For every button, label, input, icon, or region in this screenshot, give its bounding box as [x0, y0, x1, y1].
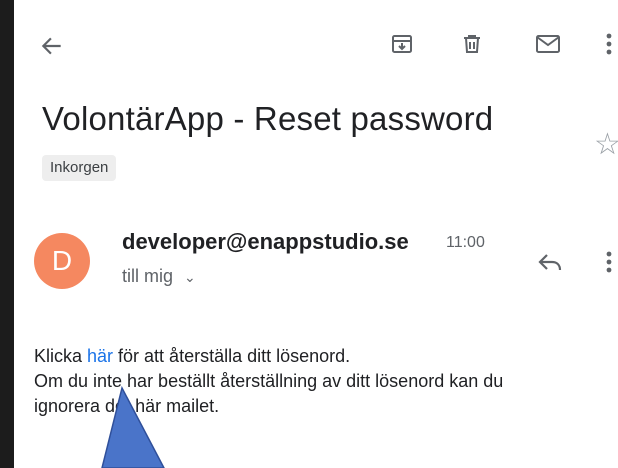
star-outline-icon[interactable]: ☆ [594, 130, 618, 160]
trash-icon[interactable] [454, 26, 490, 62]
envelope-icon[interactable] [530, 26, 566, 62]
avatar-letter: D [51, 245, 73, 276]
email-subject: VolontärApp - Reset password [42, 100, 494, 137]
body-line-1: Klicka här för att återställa ditt lösen… [34, 344, 614, 369]
body-text-prefix: Klicka [34, 346, 88, 366]
archive-icon[interactable] [384, 26, 420, 62]
email-view: VolontärApp - Reset password ☆ Inkorgen … [14, 0, 618, 468]
toolbar [14, 0, 618, 90]
reset-password-link[interactable]: här [87, 346, 113, 366]
sender-address[interactable]: developer@enappstudio.se [122, 229, 409, 255]
avatar[interactable]: D [34, 233, 90, 289]
body-text-suffix: för att återställa ditt lösenord. [113, 346, 351, 366]
inbox-label-chip[interactable]: Inkorgen [42, 155, 117, 181]
chevron-down-icon[interactable]: ⌄ [184, 269, 196, 286]
more-vertical-icon[interactable] [600, 244, 618, 280]
recipient-label: till mig [122, 266, 174, 286]
email-time: 11:00 [446, 234, 485, 251]
recipient-details[interactable]: till mig ⌄ [122, 266, 196, 287]
more-vertical-icon[interactable] [600, 26, 618, 62]
arrow-back-icon[interactable] [34, 28, 70, 64]
body-line-3: ignorera det här mailet. [34, 396, 220, 416]
email-body: Klicka här för att återställa ditt lösen… [34, 344, 614, 419]
reply-icon[interactable] [532, 244, 568, 280]
body-line-2: Om du inte har beställt återställning av… [34, 371, 504, 391]
